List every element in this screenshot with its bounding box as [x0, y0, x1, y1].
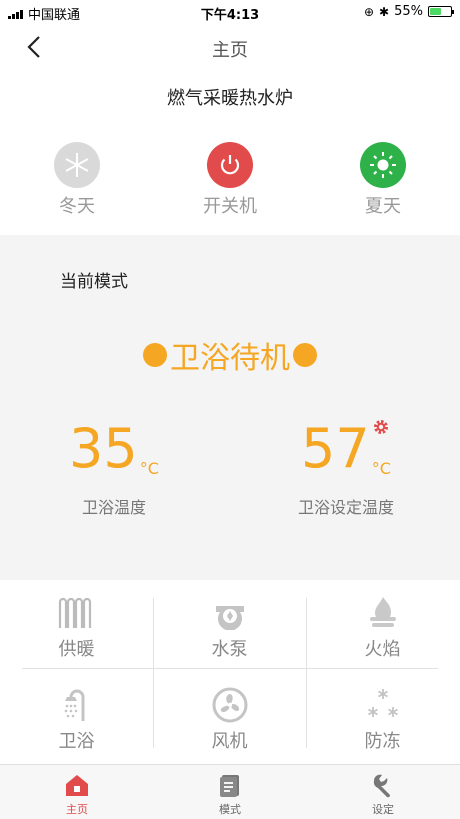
mode-status: 卫浴待机: [0, 333, 460, 377]
wrench-icon: [369, 771, 397, 799]
flame-label: 火焰: [364, 639, 401, 660]
grid-divider: [22, 668, 438, 669]
flame-icon: [363, 593, 403, 633]
sun-icon: [360, 142, 406, 188]
status-dot-right: [293, 343, 317, 367]
fan-cell: 风机: [153, 672, 306, 764]
antifreeze-label: 防冻: [364, 731, 401, 752]
bath-label: 卫浴: [58, 731, 95, 752]
power-label: 开关机: [203, 196, 257, 217]
current-mode-caption: 当前模式: [60, 272, 128, 292]
home-icon: [63, 771, 91, 799]
radiator-icon: [57, 593, 97, 633]
antifreeze-cell: 防冻: [306, 672, 459, 764]
mode-buttons: 冬天 开关机 夏天: [0, 142, 460, 222]
power-button[interactable]: 开关机: [175, 142, 285, 218]
mode-list-icon: [216, 771, 244, 799]
antifreeze-icon: [363, 685, 403, 725]
bath-temperature-value: 35: [69, 417, 138, 480]
tab-mode[interactable]: 模式: [170, 771, 290, 817]
tab-home[interactable]: 主页: [17, 771, 137, 817]
summer-mode-label: 夏天: [365, 196, 401, 217]
page-title: 主页: [212, 40, 248, 61]
bath-setpoint[interactable]: 57 °C 卫浴设定温度: [246, 417, 446, 518]
battery-percent: 55%: [394, 4, 423, 19]
mode-status-text: 卫浴待机: [170, 341, 290, 376]
battery-icon: [428, 6, 454, 17]
fan-icon: [210, 685, 250, 725]
status-bar: 中国联通 下午4:13 ⊕ ✱ 55%: [0, 0, 460, 24]
current-mode-panel: 当前模式 卫浴待机 35 °C 卫浴温度 57 °C 卫浴设定温度: [0, 235, 460, 580]
bath-setpoint-value: 57: [301, 417, 370, 480]
device-name: 燃气采暖热水炉: [167, 88, 293, 109]
pump-label: 水泵: [211, 639, 248, 660]
bluetooth-icon: ✱: [379, 4, 390, 19]
winter-mode-label: 冬天: [59, 196, 95, 217]
grid-divider: [153, 598, 154, 748]
pump-icon: [210, 593, 250, 633]
tab-mode-label: 模式: [219, 803, 241, 816]
flame-cell: 火焰: [306, 580, 459, 672]
tab-settings[interactable]: 设定: [323, 771, 443, 817]
bath-temperature-label: 卫浴温度: [81, 498, 146, 517]
heating-cell: 供暖: [0, 580, 153, 672]
rotation-lock-icon: ⊕: [363, 4, 375, 19]
status-dot-left: [143, 343, 167, 367]
snowflake-icon: [54, 142, 100, 188]
nav-bar: 主页: [0, 24, 460, 70]
tab-settings-label: 设定: [372, 803, 394, 816]
winter-mode-button[interactable]: 冬天: [22, 142, 132, 218]
power-icon: [207, 142, 253, 188]
shower-icon: [57, 685, 97, 725]
gear-icon[interactable]: [372, 418, 390, 436]
bath-cell: 卫浴: [0, 672, 153, 764]
fan-label: 风机: [211, 731, 248, 752]
summer-mode-button[interactable]: 夏天: [328, 142, 438, 218]
component-grid: 供暖 水泵 火焰 卫浴 风机 防冻: [0, 580, 460, 764]
bath-temperature-unit: °C: [139, 459, 159, 478]
tab-bar: 主页 模式 设定: [0, 764, 460, 819]
heating-label: 供暖: [58, 639, 95, 660]
bath-setpoint-unit: °C: [371, 459, 391, 478]
bath-temperature: 35 °C 卫浴温度: [14, 417, 214, 518]
bath-setpoint-label: 卫浴设定温度: [297, 498, 394, 517]
status-right: ⊕ ✱ 55%: [363, 4, 454, 19]
tab-home-label: 主页: [66, 803, 88, 816]
grid-divider: [306, 598, 307, 748]
pump-cell: 水泵: [153, 580, 306, 672]
